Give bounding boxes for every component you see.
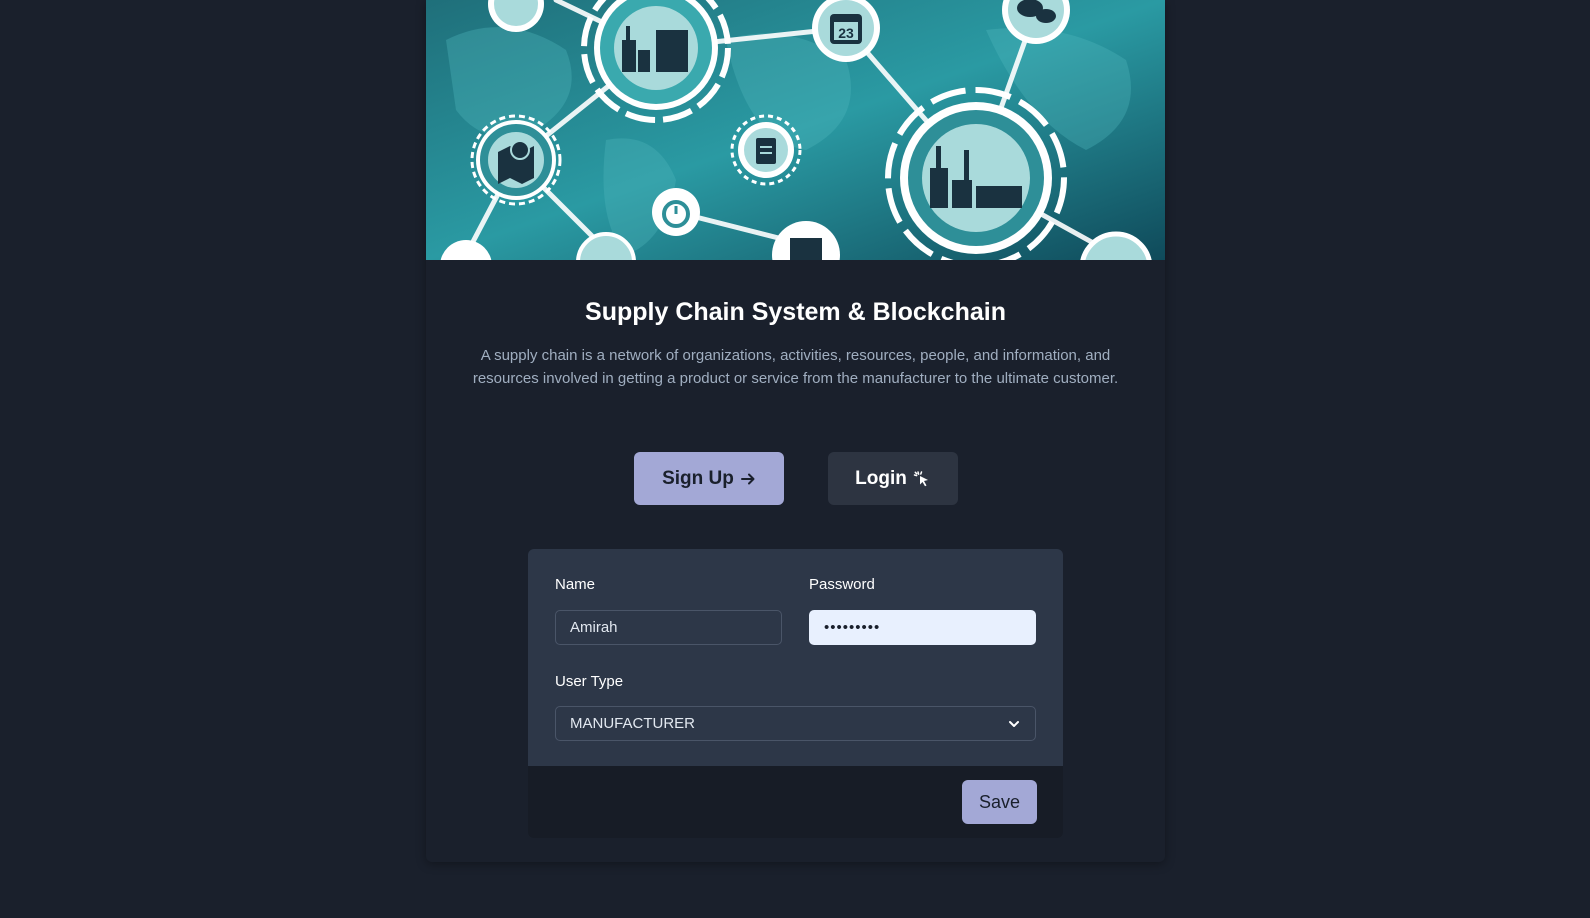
user-type-value: MANUFACTURER	[570, 715, 696, 732]
user-type-select[interactable]: MANUFACTURER	[555, 706, 1036, 741]
login-label: Login	[855, 467, 907, 489]
main-card: 23 Supply Chain System & Blockchain A su…	[426, 0, 1165, 862]
signup-label: Sign Up	[662, 467, 734, 489]
signup-form: Name Password User Type MANUFACTURER Sav…	[528, 549, 1063, 838]
stopwatch-icon	[652, 188, 700, 236]
factory-icon	[581, 0, 731, 123]
name-input[interactable]	[555, 610, 782, 645]
page-description: A supply chain is a network of organizat…	[472, 347, 1119, 387]
save-button[interactable]: Save	[962, 780, 1037, 824]
page-title: Supply Chain System & Blockchain	[585, 298, 1006, 326]
calendar-day: 23	[838, 25, 854, 41]
arrow-right-icon	[740, 473, 755, 484]
password-label: Password	[809, 576, 875, 593]
map-pin-icon	[470, 114, 562, 206]
password-input[interactable]	[809, 610, 1036, 645]
hero-image: 23	[426, 0, 1165, 260]
cursor-click-icon	[913, 470, 928, 486]
login-button[interactable]: Login	[828, 452, 958, 505]
form-body: Name Password User Type MANUFACTURER	[528, 549, 1063, 766]
chevron-down-icon	[1009, 720, 1019, 727]
user-type-label: User Type	[555, 673, 624, 690]
name-label: Name	[555, 576, 596, 593]
signup-button[interactable]: Sign Up	[634, 452, 784, 505]
